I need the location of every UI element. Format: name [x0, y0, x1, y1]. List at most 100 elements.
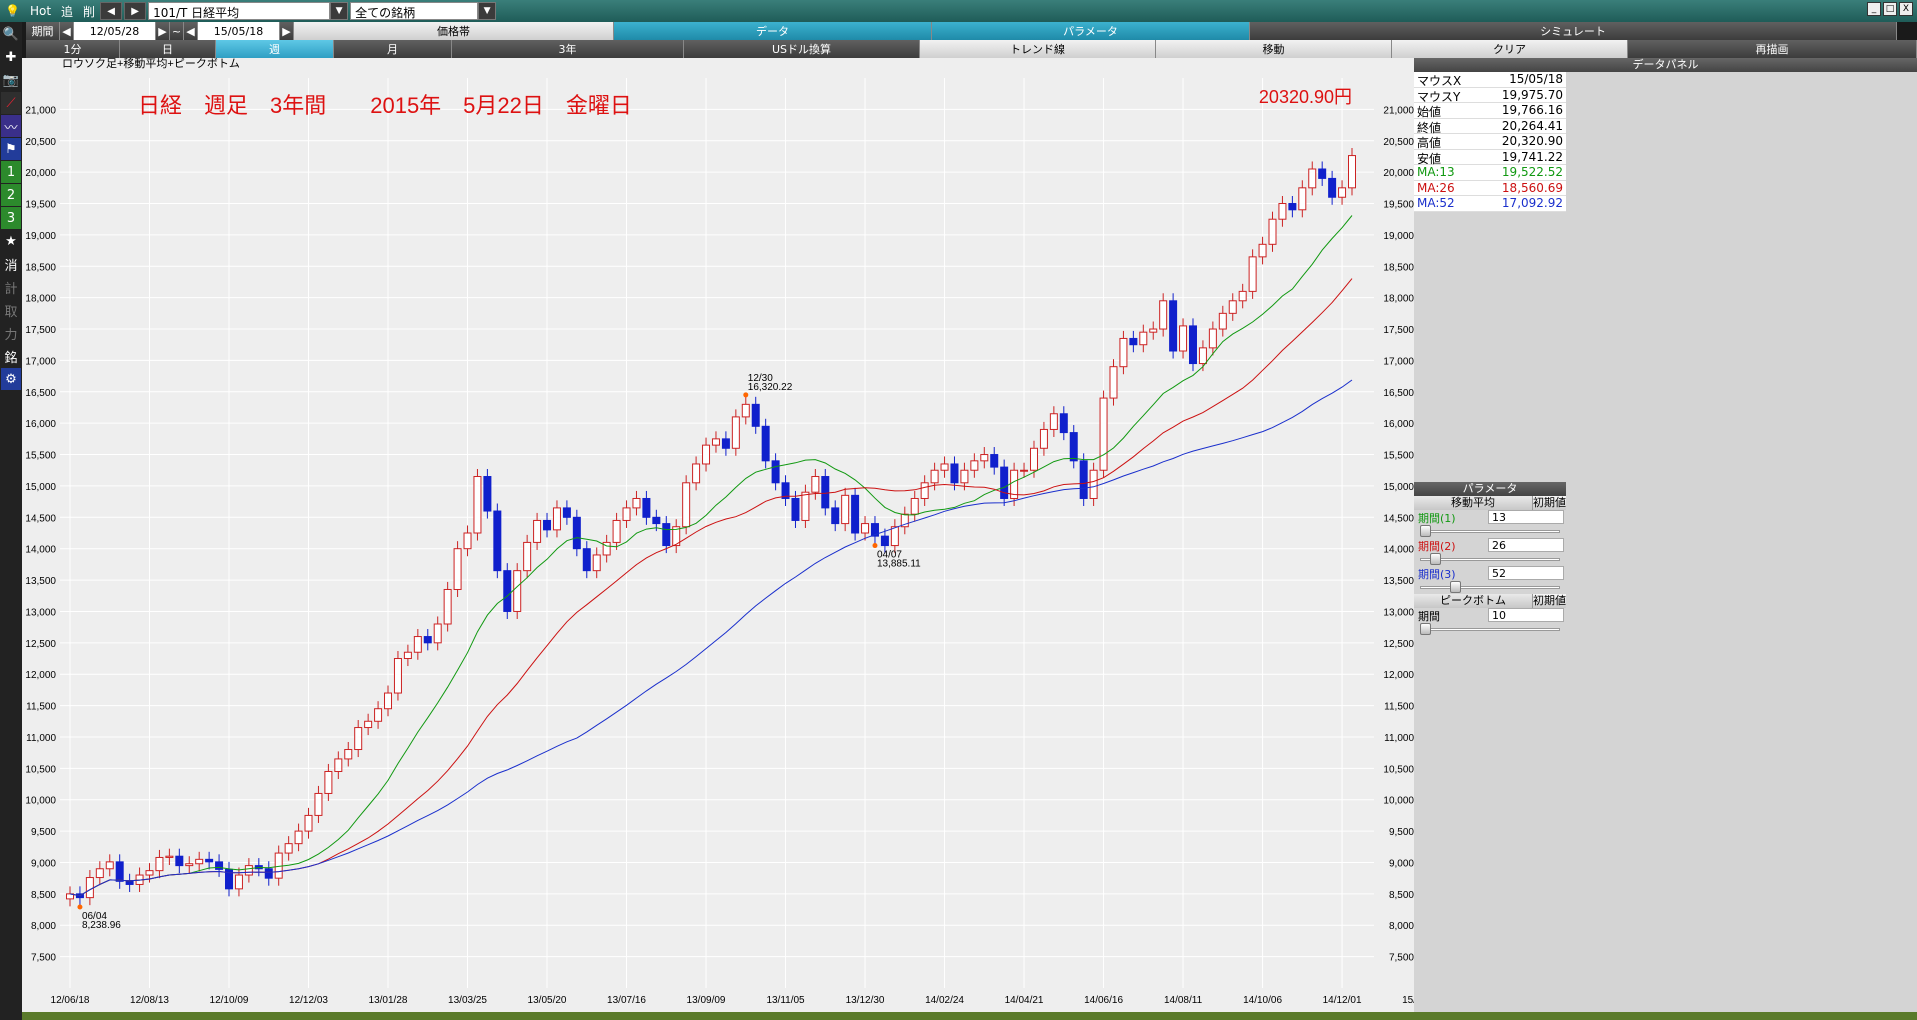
erase-button[interactable]: 消	[1, 253, 21, 275]
candle-body	[841, 494, 850, 525]
clear-button[interactable]: クリア	[1392, 40, 1628, 58]
period2-slider[interactable]	[1414, 552, 1566, 566]
x-tick-label: 13/01/28	[369, 995, 408, 1006]
hot-button[interactable]: Hot	[25, 2, 56, 20]
bulb-icon[interactable]: 💡	[0, 2, 25, 20]
add-button[interactable]: 追	[56, 2, 78, 20]
symbol-field[interactable]: 101/T 日経平均	[148, 2, 331, 20]
candle-body	[324, 770, 333, 794]
tab-simulate[interactable]: シミュレート	[1250, 22, 1897, 40]
candle-body	[453, 548, 462, 590]
prev-icon[interactable]: ◀	[100, 2, 123, 20]
y-tick-label-right: 16,500	[1383, 388, 1414, 399]
gear-icon[interactable]: ⚙	[1, 368, 21, 390]
pb-period-input[interactable]: 10	[1488, 607, 1564, 622]
y-tick-label-right: 16,000	[1383, 419, 1414, 430]
tab-week[interactable]: 週	[216, 40, 334, 58]
y-tick-label-left: 12,000	[25, 670, 56, 681]
candle-body	[403, 651, 412, 660]
x-tick-label: 13/12/30	[846, 995, 885, 1006]
symbol-button[interactable]: 銘	[1, 345, 21, 367]
candle-body	[125, 880, 134, 885]
from-next-icon[interactable]: ▶	[156, 22, 170, 40]
candle-body	[1218, 312, 1227, 330]
search-icon[interactable]: 🔍	[1, 23, 21, 45]
period2-input[interactable]: 26	[1488, 537, 1564, 552]
period3-slider[interactable]	[1414, 580, 1566, 594]
candle-body	[533, 519, 542, 543]
line-chart-icon[interactable]: ⟋	[1, 92, 21, 114]
preset-1-button[interactable]: 1	[1, 161, 21, 183]
candle-body	[612, 519, 621, 543]
period-label: 期間	[26, 22, 60, 40]
tab-3year[interactable]: 3年	[452, 40, 684, 58]
trend-icon[interactable]: 〰	[1, 115, 21, 137]
preset-3-button[interactable]: 3	[1, 207, 21, 229]
candle-body	[344, 749, 353, 760]
maximize-button[interactable]: □	[1883, 2, 1897, 16]
to-prev-icon[interactable]: ◀	[184, 22, 198, 40]
candle-body	[393, 658, 402, 694]
candle-body	[692, 463, 701, 484]
candle-body	[1248, 256, 1257, 292]
from-prev-icon[interactable]: ◀	[60, 22, 74, 40]
period3-row: 期間(3) 52	[1414, 565, 1566, 581]
bottom-timeline-strip[interactable]	[22, 1012, 1917, 1020]
camera-icon[interactable]: 📷	[1, 69, 21, 91]
candle-body	[1000, 466, 1009, 499]
tab-usd-convert[interactable]: USドル換算	[684, 40, 920, 58]
from-date-field[interactable]: 12/05/28	[74, 22, 156, 40]
to-next-icon[interactable]: ▶	[280, 22, 294, 40]
calc-button[interactable]: 計	[1, 276, 21, 298]
period3-input[interactable]: 52	[1488, 565, 1564, 580]
minimize-button[interactable]: _	[1867, 2, 1881, 16]
flag-icon[interactable]: ⚑	[1, 138, 21, 160]
y-tick-label-right: 21,000	[1383, 105, 1414, 116]
period-row: 期間 ◀ 12/05/28 ▶ ~ ◀ 15/05/18 ▶ 価格帯 データ パ…	[26, 22, 1897, 40]
tab-data[interactable]: データ	[614, 22, 932, 40]
data-row: 始値 19,766.16	[1414, 103, 1566, 119]
candle-body	[1328, 177, 1337, 198]
close-button[interactable]: X	[1899, 2, 1913, 16]
filter-field[interactable]: 全ての銘柄	[350, 2, 479, 20]
x-tick-label: 14/02/24	[925, 995, 964, 1006]
crosshair-icon[interactable]: ✚	[1, 46, 21, 68]
next-icon[interactable]: ▶	[124, 2, 147, 20]
tab-day[interactable]: 日	[120, 40, 216, 58]
candle-body	[662, 523, 671, 547]
pb-period-slider[interactable]	[1414, 622, 1566, 636]
tab-parameter[interactable]: パラメータ	[932, 22, 1250, 40]
candlestick-chart[interactable]: 21,000 21,000 20,500 20,500 20,000 20,000 19,5…	[22, 58, 1414, 1012]
ma-reset-button[interactable]: 初期値	[1532, 495, 1566, 510]
candle-body	[960, 469, 969, 484]
candle-body	[890, 526, 899, 547]
y-tick-label-left: 15,000	[25, 482, 56, 493]
tab-month[interactable]: 月	[334, 40, 452, 58]
y-tick-label-left: 17,000	[25, 356, 56, 367]
y-tick-label-right: 10,500	[1383, 764, 1414, 775]
star-icon[interactable]: ★	[1, 230, 21, 252]
period1-input[interactable]: 13	[1488, 509, 1564, 524]
candle-body	[1318, 168, 1327, 179]
peak-reset-button[interactable]: 初期値	[1532, 593, 1566, 608]
y-tick-label-left: 16,500	[25, 388, 56, 399]
tab-price-band[interactable]: 価格帯	[294, 22, 614, 40]
trade-button[interactable]: 取	[1, 299, 21, 321]
preset-2-button[interactable]: 2	[1, 184, 21, 206]
trendline-button[interactable]: トレンド線	[920, 40, 1156, 58]
move-button[interactable]: 移動	[1156, 40, 1392, 58]
symbol-dropdown-icon[interactable]: ▼	[330, 2, 349, 20]
candle-body	[1119, 337, 1128, 368]
to-date-field[interactable]: 15/05/18	[198, 22, 280, 40]
input-button[interactable]: 力	[1, 322, 21, 344]
candle-body	[1029, 447, 1038, 471]
tab-1min[interactable]: 1分	[26, 40, 120, 58]
y-tick-label-left: 9,500	[31, 827, 56, 838]
period1-slider[interactable]	[1414, 524, 1566, 538]
chart-area[interactable]: 21,000 21,000 20,500 20,500 20,000 20,000 19,5…	[22, 58, 1414, 1020]
redraw-button[interactable]: 再描画	[1628, 40, 1917, 58]
delete-button[interactable]: 削	[78, 2, 100, 20]
candle-body	[314, 792, 323, 816]
filter-dropdown-icon[interactable]: ▼	[478, 2, 497, 20]
ma-row: MA:52 17,092.92	[1414, 196, 1566, 212]
